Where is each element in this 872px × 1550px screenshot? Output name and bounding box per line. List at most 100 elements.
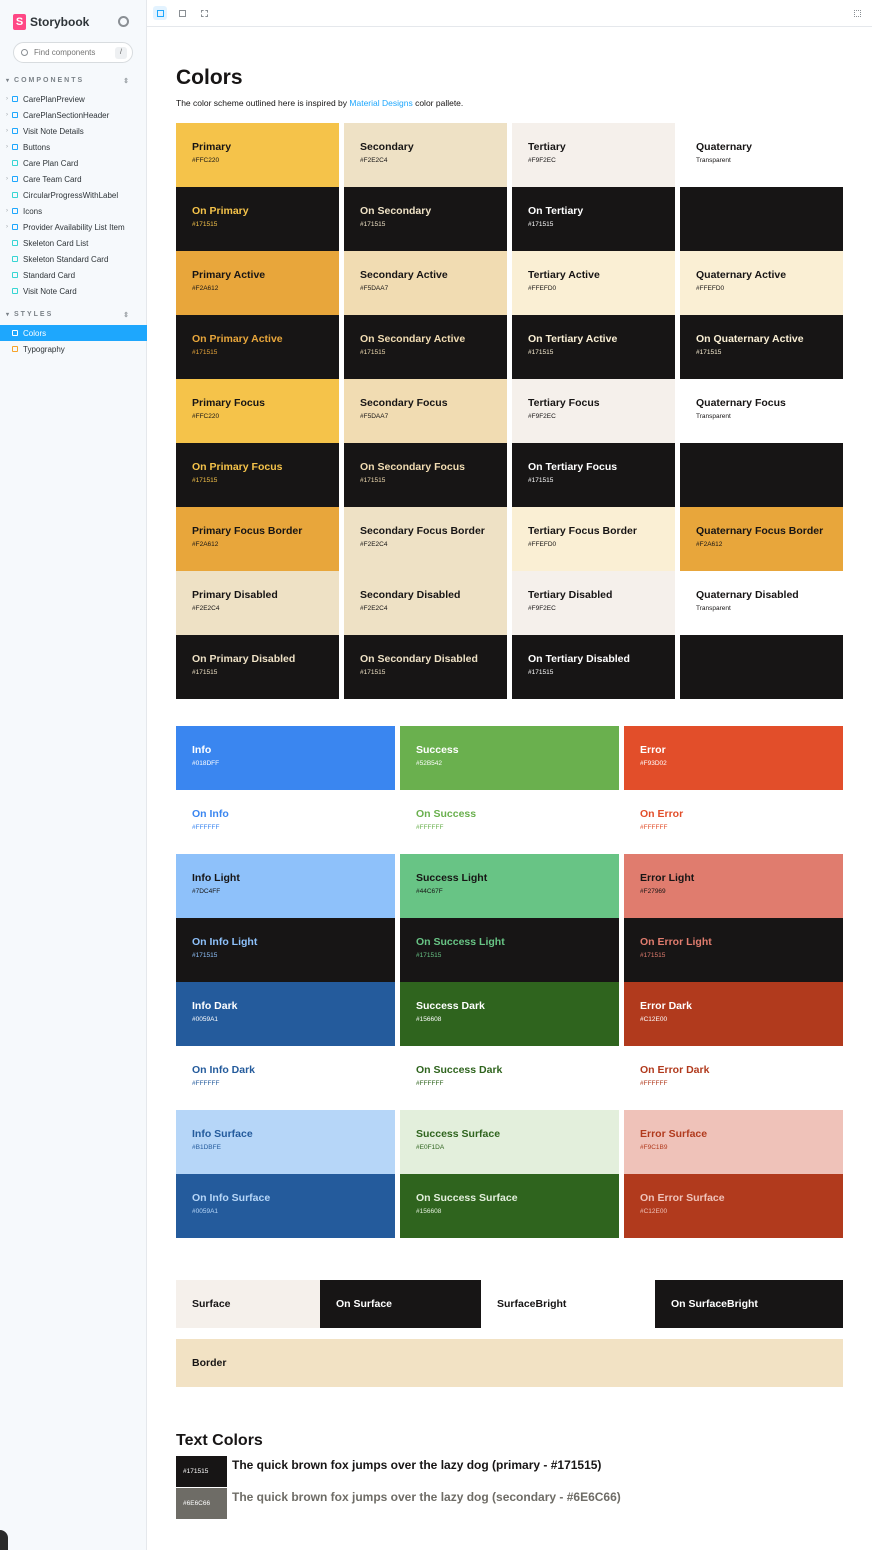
swatch-name: Tertiary Focus bbox=[528, 397, 600, 409]
caret-right-icon: › bbox=[6, 128, 8, 134]
swatch-name: Tertiary bbox=[528, 141, 566, 153]
grid-view-icon[interactable] bbox=[175, 6, 189, 20]
swatch-hex: #156608 bbox=[416, 1208, 442, 1215]
fullscreen-icon[interactable] bbox=[850, 6, 864, 20]
swatch-hex: Transparent bbox=[696, 157, 731, 164]
sidebar-item[interactable]: Skeleton Card List bbox=[0, 235, 147, 251]
swatch-hex: #52B542 bbox=[416, 760, 443, 767]
color-swatch: Tertiary Focus #F9F2EC bbox=[512, 379, 675, 443]
storybook-brand[interactable]: S Storybook bbox=[13, 14, 89, 30]
color-swatch: Error Light #F27969 bbox=[624, 854, 843, 918]
sidebar-item[interactable]: Typography bbox=[0, 341, 147, 357]
swatch-name: On Error Light bbox=[640, 936, 712, 948]
surface-swatch: On SurfaceBright bbox=[655, 1280, 843, 1328]
swatch-hex: #FFC220 bbox=[192, 413, 220, 420]
swatch-hex: #FFFFFF bbox=[640, 824, 668, 831]
gear-icon[interactable] bbox=[118, 16, 129, 27]
swatch-name: On Info bbox=[192, 808, 229, 820]
sidebar-item[interactable]: › Buttons bbox=[0, 139, 147, 155]
swatch-name: On Primary bbox=[192, 205, 249, 217]
caret-right-icon: › bbox=[6, 208, 8, 214]
sidebar-item[interactable]: › CarePlanPreview bbox=[0, 91, 147, 107]
swatch-name: On Info Light bbox=[192, 936, 258, 948]
swatch-name: Error Dark bbox=[640, 1000, 692, 1012]
search-field[interactable]: / bbox=[13, 42, 133, 63]
color-swatch: Secondary #F2E2C4 bbox=[344, 123, 507, 187]
styles-section-header[interactable]: ▾ STYLES ⇕ bbox=[6, 311, 131, 319]
story-icon bbox=[12, 240, 18, 246]
swatch-name: On Tertiary Focus bbox=[528, 461, 618, 473]
color-swatch: On Success Surface #156608 bbox=[400, 1174, 619, 1238]
swatch-hex: #FFEFD0 bbox=[528, 285, 557, 292]
color-swatch: Secondary Disabled #F2E2C4 bbox=[344, 571, 507, 635]
color-swatch: Secondary Focus Border #F2E2C4 bbox=[344, 507, 507, 571]
search-input[interactable] bbox=[34, 48, 114, 57]
swatch-hex: #F2E2C4 bbox=[192, 605, 220, 612]
intro-text: The color scheme outlined here is inspir… bbox=[176, 98, 463, 108]
docs-view-icon[interactable] bbox=[153, 6, 167, 20]
swatch-hex: #FFFFFF bbox=[192, 1080, 220, 1087]
color-chip: #171515 bbox=[176, 1456, 227, 1487]
material-design-link[interactable]: Material Designs bbox=[349, 98, 412, 108]
sidebar-item-label: Visit Note Details bbox=[23, 126, 84, 136]
text-colors-title: Text Colors bbox=[176, 1432, 263, 1449]
color-swatch: Info Surface #B1DBFE bbox=[176, 1110, 395, 1174]
outline-view-icon[interactable] bbox=[197, 6, 211, 20]
components-section-header[interactable]: ▾ COMPONENTS ⇕ bbox=[6, 77, 131, 85]
color-swatch: On Success #FFFFFF bbox=[400, 790, 619, 854]
folder-icon bbox=[12, 96, 18, 102]
swatch-name: On Success Light bbox=[416, 936, 505, 948]
swatch-hex: #7DC4FF bbox=[192, 888, 221, 895]
swatch-name: Tertiary Disabled bbox=[528, 589, 613, 601]
color-swatch: On Info #FFFFFF bbox=[176, 790, 395, 854]
sidebar-item-label: Typography bbox=[23, 344, 65, 354]
swatch-hex: #171515 bbox=[416, 952, 442, 959]
color-swatch: Quaternary Disabled Transparent bbox=[680, 571, 843, 635]
swatch-hex: #FFFFFF bbox=[416, 1080, 444, 1087]
sidebar-item[interactable]: Standard Card bbox=[0, 267, 147, 283]
search-icon bbox=[21, 49, 28, 56]
styles-header-label: STYLES bbox=[14, 311, 54, 318]
sidebar-item[interactable]: › Visit Note Details bbox=[0, 123, 147, 139]
expand-collapse-icon[interactable]: ⇕ bbox=[123, 77, 131, 85]
swatch-hex: #F2E2C4 bbox=[360, 605, 388, 612]
swatch-name: Info Surface bbox=[192, 1128, 253, 1140]
swatch-hex: #C12E00 bbox=[640, 1208, 668, 1215]
sidebar-item[interactable]: › Icons bbox=[0, 203, 147, 219]
intro-before: The color scheme outlined here is inspir… bbox=[176, 98, 350, 108]
caret-right-icon: › bbox=[6, 112, 8, 118]
swatch-name: On Success Surface bbox=[416, 1192, 518, 1204]
color-swatch bbox=[680, 635, 843, 699]
swatch-name: Primary Disabled bbox=[192, 589, 278, 601]
swatch-hex: Transparent bbox=[696, 413, 731, 420]
sidebar-item[interactable]: › CarePlanSectionHeader bbox=[0, 107, 147, 123]
sidebar-item-label: Colors bbox=[23, 328, 47, 338]
swatch-hex: #171515 bbox=[192, 349, 218, 356]
swatch-hex: #0059A1 bbox=[192, 1208, 219, 1215]
swatch-name: Quaternary Active bbox=[696, 269, 787, 281]
sidebar-item[interactable]: › Provider Availability List Item bbox=[0, 219, 147, 235]
sidebar-item[interactable]: › Care Team Card bbox=[0, 171, 147, 187]
sidebar-item[interactable]: Colors bbox=[0, 325, 147, 341]
swatch-name: On Error Dark bbox=[640, 1064, 710, 1076]
swatch-name bbox=[696, 653, 843, 667]
swatch-name: Success Dark bbox=[416, 1000, 485, 1012]
color-swatch: Secondary Active #F5DAA7 bbox=[344, 251, 507, 315]
sidebar-item[interactable]: CircularProgressWithLabel bbox=[0, 187, 147, 203]
swatch-name: Tertiary Focus Border bbox=[528, 525, 637, 537]
color-swatch: On Error Dark #FFFFFF bbox=[624, 1046, 843, 1110]
text-color-primary: #171515 The quick brown fox jumps over t… bbox=[176, 1456, 601, 1487]
sidebar-item-label: Visit Note Card bbox=[23, 286, 77, 296]
expand-collapse-icon[interactable]: ⇕ bbox=[123, 311, 131, 319]
sidebar-item[interactable]: Skeleton Standard Card bbox=[0, 251, 147, 267]
component-icon bbox=[12, 224, 18, 230]
color-swatch: On Success Light #171515 bbox=[400, 918, 619, 982]
swatch-hex: #F9F2EC bbox=[528, 413, 556, 420]
color-chip: #6E6C66 bbox=[176, 1488, 227, 1519]
sidebar-item[interactable]: Visit Note Card bbox=[0, 283, 147, 299]
component-icon bbox=[12, 176, 18, 182]
sidebar-item[interactable]: Care Plan Card bbox=[0, 155, 147, 171]
color-swatch: On Tertiary Active #171515 bbox=[512, 315, 675, 379]
sidebar-item-label: Care Plan Card bbox=[23, 158, 79, 168]
color-swatch: Primary #FFC220 bbox=[176, 123, 339, 187]
